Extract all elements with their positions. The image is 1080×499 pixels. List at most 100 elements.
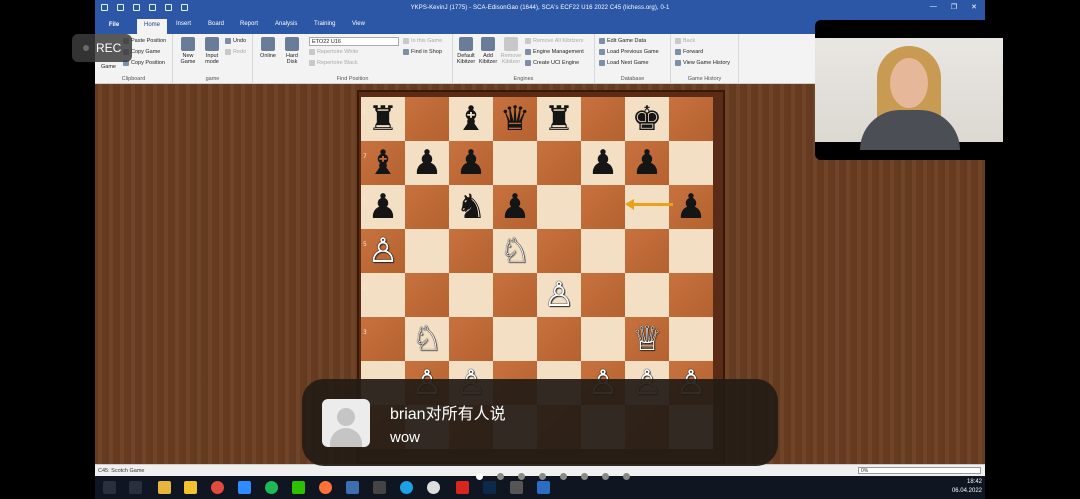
firefox-icon[interactable] xyxy=(319,481,332,494)
page-dot[interactable] xyxy=(560,473,567,480)
new-game-button[interactable]: New Game xyxy=(177,37,199,65)
square-g3[interactable]: ♕ xyxy=(625,317,669,361)
chess-piece[interactable]: ♛ xyxy=(500,102,530,136)
repertoire-white-button[interactable]: Repertoire White xyxy=(309,49,358,55)
remove-all-kibitzers-button[interactable]: Remove All Kibitzers xyxy=(525,38,583,44)
square-g4[interactable] xyxy=(625,273,669,317)
minimize-button[interactable]: — xyxy=(930,3,937,11)
square-c5[interactable] xyxy=(449,229,493,273)
page-dot[interactable] xyxy=(623,473,630,480)
zoom-icon[interactable] xyxy=(238,481,251,494)
add-kibitzer-button[interactable]: Add Kibitzer xyxy=(477,37,499,65)
chess-piece[interactable]: ♘ xyxy=(500,234,530,268)
square-a6[interactable]: 6 ♟ xyxy=(361,185,405,229)
square-c3[interactable] xyxy=(449,317,493,361)
square-c8[interactable]: ♝ xyxy=(449,97,493,141)
chess-piece[interactable]: ♝ xyxy=(456,102,486,136)
chess-piece[interactable]: ♟ xyxy=(456,146,486,180)
square-b7[interactable]: ♟ xyxy=(405,141,449,185)
page-dot[interactable] xyxy=(539,473,546,480)
photoshop-icon[interactable] xyxy=(483,481,496,494)
chess-piece[interactable]: ♜ xyxy=(368,102,398,136)
input-mode-button[interactable]: Input mode xyxy=(201,37,223,65)
square-f8[interactable] xyxy=(581,97,625,141)
tab-board[interactable]: Board xyxy=(208,21,224,27)
repertoire-black-button[interactable]: Repertoire Black xyxy=(309,60,358,66)
search-icon[interactable] xyxy=(129,481,142,494)
acrobat-icon[interactable] xyxy=(456,481,469,494)
square-f3[interactable] xyxy=(581,317,625,361)
square-d8[interactable]: ♛ xyxy=(493,97,537,141)
remove-kibitzer-button[interactable]: Remove Kibitzer xyxy=(499,37,523,65)
square-c7[interactable]: ♟ xyxy=(449,141,493,185)
tab-analysis[interactable]: Analysis xyxy=(275,21,297,27)
page-dot[interactable] xyxy=(602,473,609,480)
square-a8[interactable]: 8 ♜ xyxy=(361,97,405,141)
square-h7[interactable] xyxy=(669,141,713,185)
window-icon[interactable] xyxy=(537,481,550,494)
chess-piece[interactable]: ♙ xyxy=(544,278,574,312)
undo-button[interactable]: Undo xyxy=(225,38,246,44)
square-e3[interactable] xyxy=(537,317,581,361)
chess-piece[interactable]: ♟ xyxy=(632,146,662,180)
square-f6[interactable] xyxy=(581,185,625,229)
default-kibitzer-button[interactable]: Default Kibitzer xyxy=(455,37,477,65)
back-button[interactable]: Back xyxy=(675,38,695,44)
square-d5[interactable]: ♘ xyxy=(493,229,537,273)
load-previous-game-button[interactable]: Load Previous Game xyxy=(599,49,659,55)
square-b4[interactable] xyxy=(405,273,449,317)
participant-video[interactable] xyxy=(815,20,1003,160)
square-g7[interactable]: ♟ xyxy=(625,141,669,185)
square-c4[interactable] xyxy=(449,273,493,317)
in-this-game-button[interactable]: In this Game xyxy=(403,38,442,44)
game-button[interactable]: Game xyxy=(101,64,116,70)
sticky-notes-icon[interactable] xyxy=(184,481,197,494)
page-dot[interactable] xyxy=(518,473,525,480)
page-dot[interactable] xyxy=(581,473,588,480)
square-d4[interactable] xyxy=(493,273,537,317)
redo-button[interactable]: Redo xyxy=(225,49,246,55)
chess-app-icon[interactable] xyxy=(510,481,523,494)
square-b3[interactable]: ♘ xyxy=(405,317,449,361)
spotify-icon[interactable] xyxy=(265,481,278,494)
square-h5[interactable] xyxy=(669,229,713,273)
square-g8[interactable]: ♚ xyxy=(625,97,669,141)
file-explorer-icon[interactable] xyxy=(158,481,171,494)
square-d7[interactable] xyxy=(493,141,537,185)
square-h6[interactable]: ♟ xyxy=(669,185,713,229)
square-a7[interactable]: 7 ♝ xyxy=(361,141,405,185)
square-a3[interactable]: 3 xyxy=(361,317,405,361)
square-e6[interactable] xyxy=(537,185,581,229)
square-d6[interactable]: ♟ xyxy=(493,185,537,229)
engine-management-button[interactable]: Engine Management xyxy=(525,49,584,55)
close-button[interactable]: ✕ xyxy=(971,3,977,11)
tab-report[interactable]: Report xyxy=(240,21,258,27)
square-h3[interactable] xyxy=(669,317,713,361)
square-f7[interactable]: ♟ xyxy=(581,141,625,185)
square-e5[interactable] xyxy=(537,229,581,273)
chess-piece[interactable]: ♟ xyxy=(412,146,442,180)
page-dot[interactable] xyxy=(476,473,483,480)
tab-file[interactable]: File xyxy=(95,18,133,34)
square-e4[interactable]: ♙ xyxy=(537,273,581,317)
page-dot[interactable] xyxy=(497,473,504,480)
chat-notification[interactable]: brian对所有人说 wow xyxy=(302,379,778,466)
chessbase-icon[interactable] xyxy=(373,481,386,494)
square-b5[interactable] xyxy=(405,229,449,273)
chess-piece[interactable]: ♟ xyxy=(676,190,706,224)
square-a5[interactable]: 5 ♙ xyxy=(361,229,405,273)
chess-piece[interactable]: ♞ xyxy=(456,190,486,224)
square-e8[interactable]: ♜ xyxy=(537,97,581,141)
chess-piece[interactable]: ♟ xyxy=(588,146,618,180)
square-e7[interactable] xyxy=(537,141,581,185)
tab-home[interactable]: Home xyxy=(137,19,168,34)
app-icon[interactable] xyxy=(346,481,359,494)
square-h4[interactable] xyxy=(669,273,713,317)
square-d3[interactable] xyxy=(493,317,537,361)
chrome-icon[interactable] xyxy=(211,481,224,494)
chess-piece[interactable]: ♝ xyxy=(368,146,398,180)
chess-piece[interactable]: ♘ xyxy=(412,322,442,356)
start-icon[interactable] xyxy=(103,481,116,494)
online-button[interactable]: Online xyxy=(257,37,279,59)
create-uci-engine-button[interactable]: Create UCI Engine xyxy=(525,60,579,66)
